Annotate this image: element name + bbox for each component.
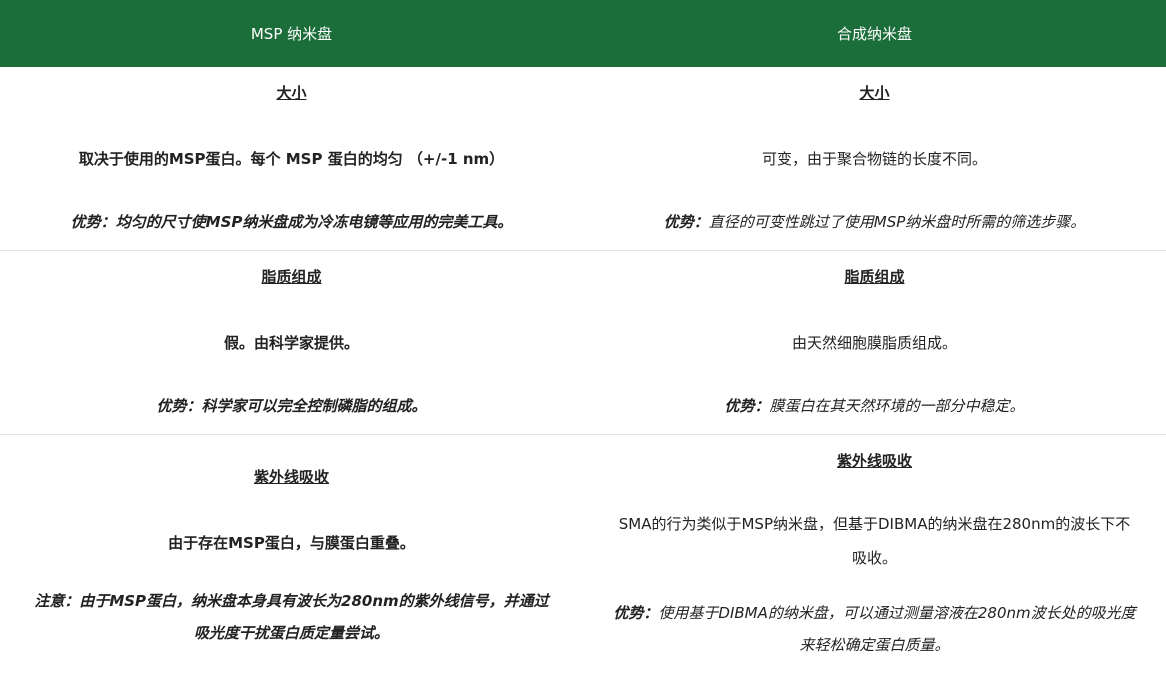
cell-synthetic-uv: 紫外线吸收 SMA的行为类似于MSP纳米盘，但基于DIBMA的纳米盘在280nm… [583,435,1166,686]
note-label: 优势： [663,213,709,231]
section-body: 由天然细胞膜脂质组成。 [791,334,957,352]
section-note: 优势：均匀的尺寸使MSP纳米盘成为冷冻电镜等应用的完美工具。 [30,212,553,232]
section-note: 优势：科学家可以完全控制磷脂的组成。 [30,396,553,416]
section-body: 假。由科学家提供。 [223,334,359,352]
note-label: 优势： [156,397,202,415]
section-title: 脂质组成 [844,268,905,286]
header-msp-nanodisc: MSP 纳米盘 [0,0,583,67]
note-text: 由于MSP蛋白，纳米盘本身具有波长为280nm的紫外线信号，并通过吸光度干扰蛋白… [79,592,549,642]
section-note: 优势：直径的可变性跳过了使用MSP纳米盘时所需的筛选步骤。 [613,212,1136,232]
table-row-size: 大小 取决于使用的MSP蛋白。每个 MSP 蛋白的均匀 （+/-1 nm） 优势… [0,67,1166,251]
table-header: MSP 纳米盘 合成纳米盘 [0,0,1166,67]
header-row: MSP 纳米盘 合成纳米盘 [0,0,1166,67]
cell-msp-uv: 紫外线吸收 由于存在MSP蛋白，与膜蛋白重叠。 注意：由于MSP蛋白，纳米盘本身… [0,435,583,686]
note-text: 膜蛋白在其天然环境的一部分中稳定。 [769,397,1025,415]
section-body: 由于存在MSP蛋白，与膜蛋白重叠。 [168,534,415,552]
section-body: SMA的行为类似于MSP纳米盘，但基于DIBMA的纳米盘在280nm的波长下不吸… [618,515,1131,567]
header-synthetic-nanodisc: 合成纳米盘 [583,0,1166,67]
note-label: 优势： [613,604,659,622]
note-text: 使用基于DIBMA的纳米盘，可以通过测量溶液在280nm波长处的吸光度来轻松确定… [658,604,1136,654]
section-note: 优势：膜蛋白在其天然环境的一部分中稳定。 [613,396,1136,416]
section-note: 注意：由于MSP蛋白，纳米盘本身具有波长为280nm的紫外线信号，并通过吸光度干… [30,585,553,649]
cell-msp-lipid: 脂质组成 假。由科学家提供。 优势：科学家可以完全控制磷脂的组成。 [0,250,583,435]
note-label: 优势： [70,213,116,231]
note-label: 优势： [724,397,770,415]
note-text: 科学家可以完全控制磷脂的组成。 [201,397,427,415]
section-title: 紫外线吸收 [836,452,912,470]
section-body: 可变，由于聚合物链的长度不同。 [761,150,987,168]
cell-synthetic-lipid: 脂质组成 由天然细胞膜脂质组成。 优势：膜蛋白在其天然环境的一部分中稳定。 [583,250,1166,435]
table-row-lipid: 脂质组成 假。由科学家提供。 优势：科学家可以完全控制磷脂的组成。 脂质组成 由… [0,250,1166,435]
comparison-table: MSP 纳米盘 合成纳米盘 大小 取决于使用的MSP蛋白。每个 MSP 蛋白的均… [0,0,1166,685]
note-label: 注意： [34,592,80,610]
cell-synthetic-size: 大小 可变，由于聚合物链的长度不同。 优势：直径的可变性跳过了使用MSP纳米盘时… [583,67,1166,251]
section-note: 优势：使用基于DIBMA的纳米盘，可以通过测量溶液在280nm波长处的吸光度来轻… [613,597,1136,661]
cell-msp-size: 大小 取决于使用的MSP蛋白。每个 MSP 蛋白的均匀 （+/-1 nm） 优势… [0,67,583,251]
note-text: 均匀的尺寸使MSP纳米盘成为冷冻电镜等应用的完美工具。 [115,213,513,231]
section-title: 紫外线吸收 [253,468,329,486]
table-row-uv: 紫外线吸收 由于存在MSP蛋白，与膜蛋白重叠。 注意：由于MSP蛋白，纳米盘本身… [0,435,1166,686]
note-text: 直径的可变性跳过了使用MSP纳米盘时所需的筛选步骤。 [708,213,1086,231]
table-body: 大小 取决于使用的MSP蛋白。每个 MSP 蛋白的均匀 （+/-1 nm） 优势… [0,67,1166,685]
section-title: 脂质组成 [261,268,322,286]
section-title: 大小 [276,84,307,102]
section-title: 大小 [859,84,890,102]
section-body: 取决于使用的MSP蛋白。每个 MSP 蛋白的均匀 （+/-1 nm） [78,150,505,168]
